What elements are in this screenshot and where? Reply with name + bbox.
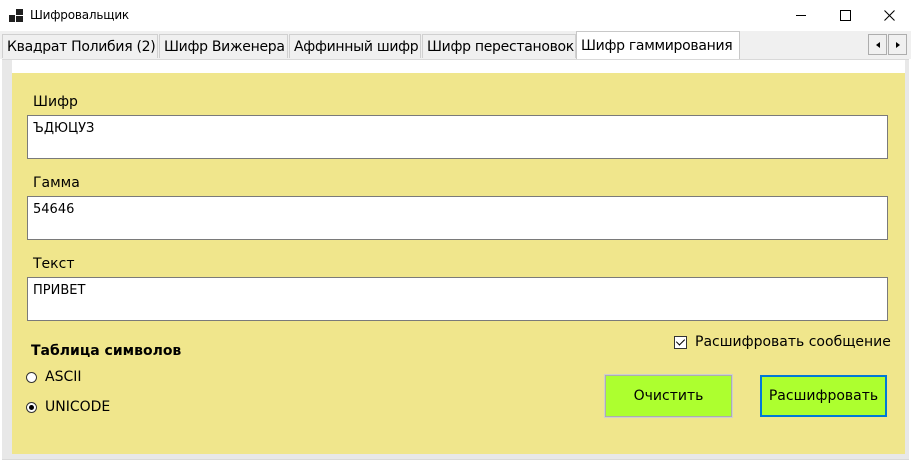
tab-scroll-right-button[interactable]: [888, 34, 907, 55]
radio-unicode-label: UNICODE: [45, 399, 111, 415]
panel-border-bottom: [2, 454, 909, 459]
maximize-button[interactable]: [822, 0, 868, 31]
window-title: Шифровальщик: [30, 8, 129, 22]
decrypt-message-label: Расшифровать сообщение: [695, 334, 891, 350]
decrypt-message-checkbox[interactable]: Расшифровать сообщение: [674, 333, 891, 351]
app-window-icon: [9, 9, 23, 23]
maximize-icon: [839, 10, 851, 21]
chevron-left-icon: [875, 41, 880, 48]
tab-label: Шифр Виженера: [164, 39, 285, 55]
radio-ascii[interactable]: ASCII: [26, 368, 82, 386]
gamma-label: Гамма: [33, 175, 80, 191]
tab-polybius-square[interactable]: Квадрат Полибия (2): [2, 34, 158, 58]
close-icon: [883, 10, 895, 21]
checkbox-checked-icon[interactable]: [674, 335, 687, 349]
radio-checked-icon[interactable]: [26, 401, 37, 413]
panel-border-left: [2, 60, 12, 459]
gamma-input[interactable]: 54646: [27, 196, 888, 240]
close-button[interactable]: [866, 0, 911, 31]
text-input[interactable]: ПРИВЕТ: [27, 277, 888, 321]
panel-border-right: [905, 60, 909, 459]
tab-label: Квадрат Полибия (2): [7, 39, 156, 55]
tab-strip: Квадрат Полибия (2) Шифр Виженера Аффинн…: [0, 31, 911, 59]
radio-unchecked-icon[interactable]: [26, 371, 37, 383]
radio-ascii-label: ASCII: [45, 369, 82, 385]
minimize-icon: [796, 15, 806, 16]
cipher-input[interactable]: ЪДЮЦУЗ: [27, 115, 888, 159]
tab-label: Аффинный шифр: [294, 39, 419, 55]
text-label: Текст: [33, 256, 75, 272]
title-bar: Шифровальщик: [0, 0, 911, 31]
tab-gamma-cipher[interactable]: Шифр гаммирования: [576, 31, 740, 59]
decrypt-button[interactable]: Расшифровать: [760, 375, 887, 417]
radio-unicode[interactable]: UNICODE: [26, 398, 110, 416]
symbol-table-title: Таблица символов: [31, 343, 182, 359]
tab-scroll-left-button[interactable]: [868, 34, 887, 55]
minimize-button[interactable]: [778, 0, 824, 31]
cipher-label: Шифр: [33, 94, 78, 110]
tab-affine[interactable]: Аффинный шифр: [289, 34, 421, 58]
tab-scroll-buttons: [868, 34, 908, 56]
tab-vigenere[interactable]: Шифр Виженера: [159, 34, 288, 58]
tab-transposition[interactable]: Шифр перестановок: [422, 34, 576, 58]
tab-label: Шифр перестановок: [427, 39, 574, 55]
tab-label: Шифр гаммирования: [581, 38, 733, 54]
clear-button-label: Очистить: [633, 388, 704, 404]
decrypt-button-label: Расшифровать: [768, 388, 879, 404]
chevron-right-icon: [895, 41, 900, 48]
clear-button[interactable]: Очистить: [604, 374, 733, 418]
